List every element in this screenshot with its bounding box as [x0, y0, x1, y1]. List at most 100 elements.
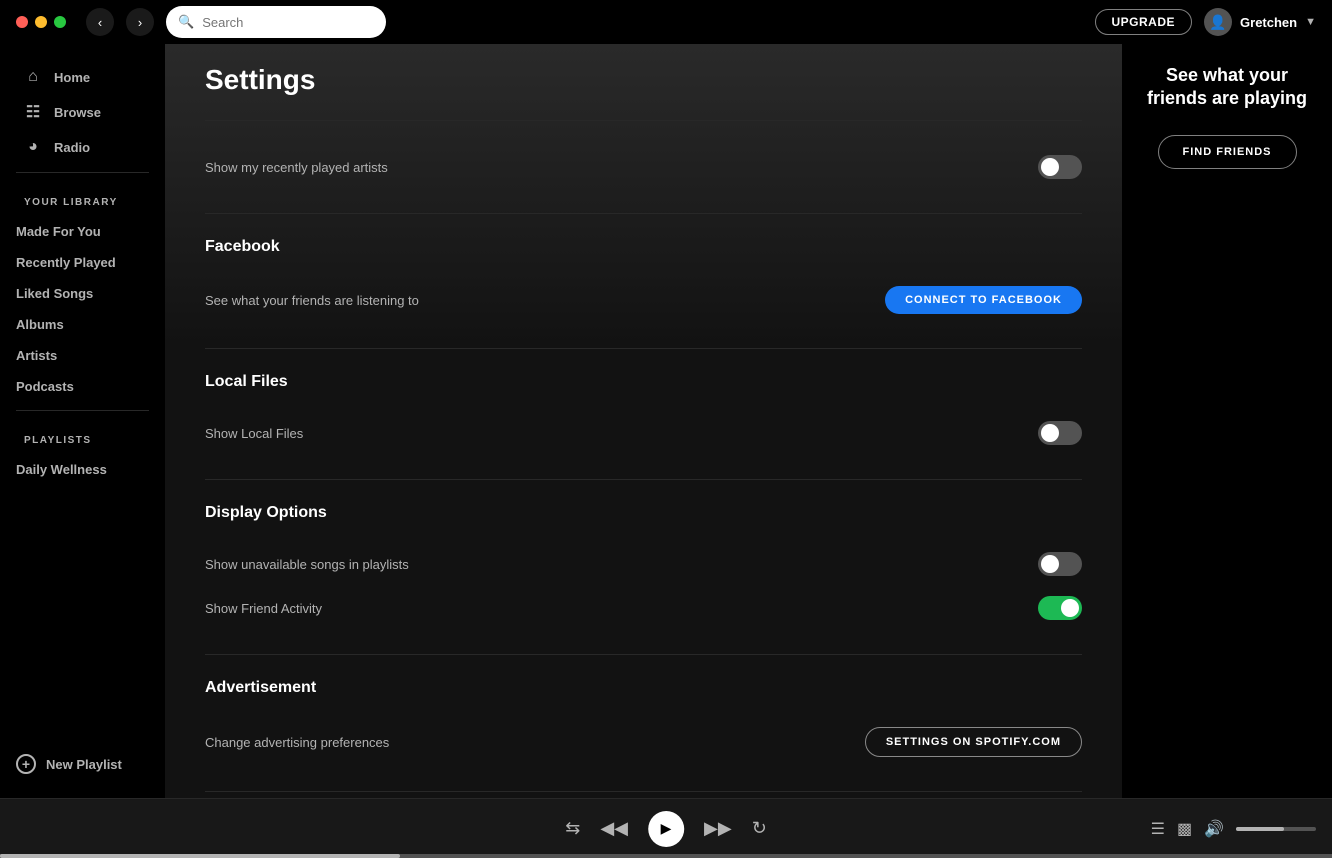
spotify-settings-button[interactable]: SETTINGS ON SPOTIFY.COM [865, 727, 1082, 757]
sidebar-item-radio[interactable]: ◕ Radio [8, 130, 157, 164]
toggle-show-friend-activity[interactable] [1038, 596, 1082, 620]
progress-bar[interactable] [0, 854, 1332, 858]
content-area: Settings Show my recently played artists… [165, 44, 1122, 798]
sidebar-item-albums[interactable]: Albums [0, 309, 165, 340]
setting-row-facebook-connect: See what your friends are listening to C… [205, 276, 1082, 324]
sidebar-item-label: Albums [16, 317, 64, 332]
toggle-knob [1041, 158, 1059, 176]
repeat-icon: ↻ [752, 818, 767, 839]
previous-button[interactable]: ◀◀ [600, 818, 628, 839]
setting-row-advertising-prefs: Change advertising preferences SETTINGS … [205, 717, 1082, 767]
sidebar-item-browse[interactable]: ☷ Browse [8, 94, 157, 130]
toggle-show-local-files[interactable] [1038, 421, 1082, 445]
traffic-lights [16, 16, 66, 28]
sidebar-item-made-for-you[interactable]: Made For You [0, 216, 165, 247]
player-right: ☰ ▩ 🔊 [1151, 819, 1316, 839]
toggle-knob [1041, 424, 1059, 442]
toggle-knob [1061, 599, 1079, 617]
repeat-button[interactable]: ↻ [752, 818, 767, 839]
setting-row-show-local-files: Show Local Files [205, 411, 1082, 455]
sidebar-item-label: Recently Played [16, 255, 116, 270]
next-icon: ▶▶ [704, 818, 732, 839]
close-button[interactable] [16, 16, 28, 28]
browse-icon: ☷ [24, 102, 42, 122]
new-playlist-button[interactable]: + New Playlist [0, 746, 165, 782]
sidebar-item-label: Radio [54, 140, 90, 155]
play-button[interactable]: ▶ [648, 811, 684, 847]
volume-slider[interactable] [1236, 827, 1316, 831]
sidebar-item-label: Artists [16, 348, 57, 363]
toggle-show-recently-played[interactable] [1038, 155, 1082, 179]
library-title: YOUR LIBRARY [0, 181, 165, 216]
main-layout: ⌂ Home ☷ Browse ◕ Radio YOUR LIBRARY Mad… [0, 44, 1332, 798]
settings-section-facebook: Facebook See what your friends are liste… [205, 213, 1082, 348]
titlebar: ‹ › 🔍 UPGRADE 👤 Gretchen ▼ [0, 0, 1332, 44]
setting-row-show-friend-activity: Show Friend Activity [205, 586, 1082, 630]
progress-fill [0, 854, 400, 858]
toggle-show-unavailable[interactable] [1038, 552, 1082, 576]
sidebar-divider [16, 172, 149, 173]
toggle-knob [1041, 555, 1059, 573]
upgrade-button[interactable]: UPGRADE [1095, 9, 1193, 35]
sidebar-nav: ⌂ Home ☷ Browse ◕ Radio [0, 60, 165, 164]
maximize-button[interactable] [54, 16, 66, 28]
plus-icon: + [16, 754, 36, 774]
radio-icon: ◕ [24, 138, 42, 156]
user-section[interactable]: 👤 Gretchen ▼ [1204, 8, 1316, 36]
connect-facebook-button[interactable]: CONNECT TO FACEBOOK [885, 286, 1082, 314]
right-panel: See what your friends are playing FIND F… [1122, 44, 1332, 798]
sidebar-item-label: Podcasts [16, 379, 74, 394]
sidebar-item-home[interactable]: ⌂ Home [8, 60, 157, 94]
setting-label: Show my recently played artists [205, 160, 388, 175]
setting-row-show-unavailable: Show unavailable songs in playlists [205, 542, 1082, 586]
friends-panel-title: See what your friends are playing [1138, 64, 1316, 111]
sidebar-item-label: Daily Wellness [16, 462, 107, 477]
search-input[interactable] [202, 15, 374, 30]
setting-label-show-friend-activity: Show Friend Activity [205, 601, 322, 616]
settings-section-display-options: Display Options Show unavailable songs i… [205, 479, 1082, 654]
sidebar-item-daily-wellness[interactable]: Daily Wellness [0, 454, 165, 485]
setting-label-facebook: See what your friends are listening to [205, 293, 419, 308]
minimize-button[interactable] [35, 16, 47, 28]
sidebar-item-label: Made For You [16, 224, 101, 239]
forward-button[interactable]: › [126, 8, 154, 36]
sidebar-divider-2 [16, 410, 149, 411]
setting-label-show-unavailable: Show unavailable songs in playlists [205, 557, 409, 572]
volume-fill [1236, 827, 1284, 831]
sidebar: ⌂ Home ☷ Browse ◕ Radio YOUR LIBRARY Mad… [0, 44, 165, 798]
page-title: Settings [205, 44, 1082, 120]
chevron-down-icon: ▼ [1305, 16, 1316, 28]
setting-row-show-recently-played: Show my recently played artists [205, 145, 1082, 189]
avatar: 👤 [1204, 8, 1232, 36]
library-section: YOUR LIBRARY Made For You Recently Playe… [0, 181, 165, 402]
player-bar: ⇆ ◀◀ ▶ ▶▶ ↻ ☰ ▩ 🔊 [0, 798, 1332, 858]
settings-section-recently-played: Show my recently played artists [205, 120, 1082, 213]
sidebar-item-artists[interactable]: Artists [0, 340, 165, 371]
sidebar-item-recently-played[interactable]: Recently Played [0, 247, 165, 278]
queue-icon[interactable]: ☰ [1151, 819, 1165, 839]
sidebar-item-label: Browse [54, 105, 101, 120]
sidebar-item-podcasts[interactable]: Podcasts [0, 371, 165, 402]
section-title-advertisement: Advertisement [205, 679, 1082, 697]
section-title-facebook: Facebook [205, 238, 1082, 256]
setting-label-local-files: Show Local Files [205, 426, 303, 441]
shuffle-button[interactable]: ⇆ [565, 818, 580, 839]
sidebar-item-label: Home [54, 70, 90, 85]
section-title-display-options: Display Options [205, 504, 1082, 522]
volume-icon[interactable]: 🔊 [1204, 819, 1224, 839]
playlists-section: PLAYLISTS Daily Wellness [0, 419, 165, 485]
next-button[interactable]: ▶▶ [704, 818, 732, 839]
sidebar-item-liked-songs[interactable]: Liked Songs [0, 278, 165, 309]
find-friends-button[interactable]: FIND FRIENDS [1158, 135, 1297, 169]
settings-section-autoplay: Autoplay Autoplay similar songs when you… [205, 791, 1082, 798]
settings-section-local-files: Local Files Show Local Files [205, 348, 1082, 479]
back-button[interactable]: ‹ [86, 8, 114, 36]
player-controls: ⇆ ◀◀ ▶ ▶▶ ↻ [565, 811, 767, 847]
titlebar-right: UPGRADE 👤 Gretchen ▼ [1095, 8, 1316, 36]
home-icon: ⌂ [24, 68, 42, 86]
search-bar[interactable]: 🔍 [166, 6, 386, 38]
sidebar-item-label: Liked Songs [16, 286, 93, 301]
play-icon: ▶ [661, 820, 672, 837]
new-playlist-label: New Playlist [46, 757, 122, 772]
devices-icon[interactable]: ▩ [1177, 819, 1192, 839]
